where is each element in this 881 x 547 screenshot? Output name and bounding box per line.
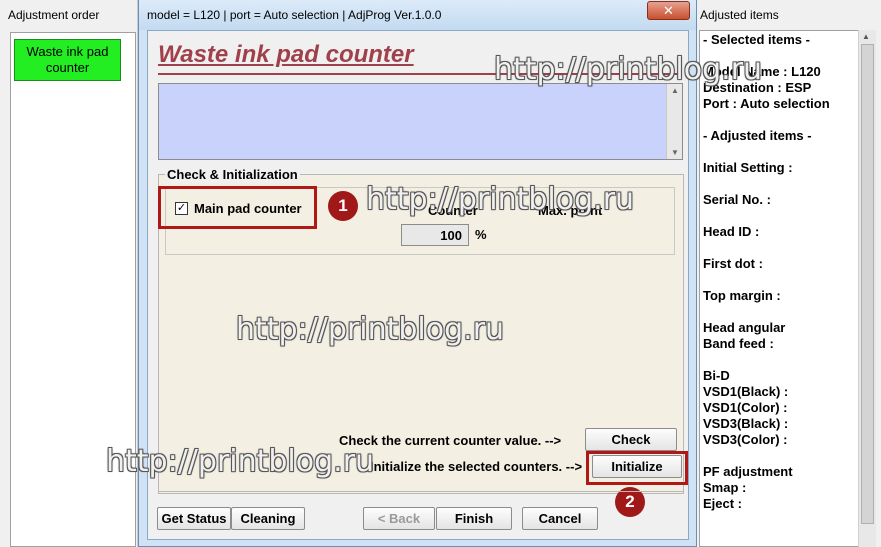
list-item: Serial No. : [703, 192, 771, 207]
list-item: Band feed : [703, 336, 774, 351]
list-item: VSD3(Black) : [703, 416, 789, 431]
list-item: Model Name : L120 [703, 64, 821, 79]
title-bar[interactable]: model = L120 | port = Auto selection | A… [139, 0, 696, 30]
step-badge-1: 1 [328, 191, 358, 221]
message-textarea[interactable]: ▲ ▼ [158, 83, 683, 160]
adjustment-order-window: Adjustment order Waste ink pad counter [0, 0, 138, 547]
max-point-column-header: Max. point [538, 203, 603, 218]
main-pad-counter-checkbox[interactable]: ✓ Main pad counter [175, 201, 302, 216]
list-item: Head ID : [703, 224, 760, 239]
page-title: Waste ink pad counter [158, 41, 414, 68]
title-divider [158, 73, 678, 75]
bottom-divider [158, 491, 683, 492]
list-item: Smap : [703, 480, 747, 495]
list-item: Destination : ESP [703, 80, 812, 95]
list-item: - Selected items - [703, 32, 810, 47]
waste-ink-pad-counter-button[interactable]: Waste ink pad counter [14, 39, 121, 81]
close-icon[interactable]: ✕ [647, 1, 690, 20]
dialog-client-area: Waste ink pad counter ▲ ▼ Check & Initia… [147, 30, 689, 540]
list-item: First dot : [703, 256, 763, 271]
check-instruction: Check the current counter value. --> [339, 433, 562, 448]
initialize-button[interactable]: Initialize [592, 455, 682, 478]
finish-button[interactable]: Finish [436, 507, 512, 530]
scroll-down-icon[interactable]: ▼ [671, 148, 679, 157]
list-item: Port : Auto selection [703, 96, 830, 111]
scroll-up-icon[interactable]: ▲ [671, 86, 679, 95]
list-item: PF adjustment [703, 464, 793, 479]
list-item: VSD1(Color) : [703, 400, 788, 415]
adjustment-order-list: Waste ink pad counter [10, 32, 136, 547]
list-item: Head angular [703, 320, 786, 335]
adjprog-dialog: model = L120 | port = Auto selection | A… [138, 0, 697, 547]
adjusted-items-window: Adjusted items - Selected items - Model … [697, 0, 881, 547]
list-item: Top margin : [703, 288, 781, 303]
group-label: Check & Initialization [165, 167, 300, 182]
list-item: - Adjusted items - [703, 128, 812, 143]
percent-unit: % [475, 227, 487, 242]
window-title: model = L120 | port = Auto selection | A… [147, 8, 442, 22]
list-item: Bi-D [703, 368, 730, 383]
list-item: VSD1(Black) : [703, 384, 789, 399]
initialize-instruction: Initialize the selected counters. --> [370, 459, 583, 474]
adjusted-items-title: Adjusted items [700, 8, 779, 22]
list-item: Eject : [703, 496, 743, 511]
adjusted-items-list: - Selected items - Model Name : L120 Des… [699, 30, 859, 547]
cleaning-button[interactable]: Cleaning [231, 507, 305, 530]
back-button[interactable]: < Back [363, 507, 435, 530]
adjusted-items-scrollbar[interactable]: ▲ [858, 30, 876, 547]
get-status-button[interactable]: Get Status [157, 507, 231, 530]
counter-column-header: Counter [428, 203, 478, 218]
cancel-button[interactable]: Cancel [522, 507, 598, 530]
textarea-scrollbar[interactable]: ▲ ▼ [666, 84, 682, 159]
checkbox-check-icon[interactable]: ✓ [175, 202, 188, 215]
counter-value-field: 100 [401, 224, 469, 246]
list-item: Initial Setting : [703, 160, 793, 175]
scrollbar-thumb[interactable] [861, 44, 874, 524]
checkbox-label: Main pad counter [194, 201, 302, 216]
check-button[interactable]: Check [585, 428, 677, 451]
scroll-up-icon[interactable]: ▲ [862, 32, 870, 41]
adjustment-order-title: Adjustment order [8, 8, 100, 22]
list-item: VSD3(Color) : [703, 432, 788, 447]
